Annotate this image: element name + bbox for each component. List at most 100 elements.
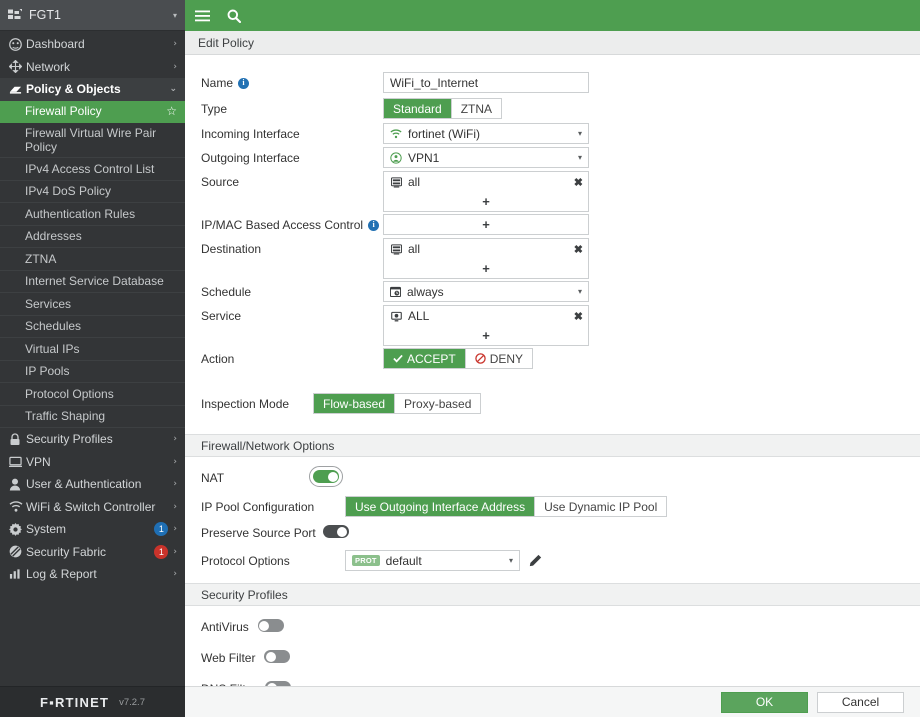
segment-label: Proxy-based bbox=[404, 396, 472, 411]
outgoing-interface-select[interactable]: VPN1 ▾ bbox=[383, 147, 589, 168]
sidebar-item-addresses[interactable]: Addresses bbox=[0, 226, 185, 248]
sidebar-item-dashboard[interactable]: Dashboard › bbox=[0, 33, 185, 56]
sidebar-item-ipv4-dos-policy[interactable]: IPv4 DoS Policy bbox=[0, 181, 185, 203]
firmware-version: v7.2.7 bbox=[119, 696, 145, 708]
chevron-right-icon: › bbox=[173, 39, 177, 50]
sidebar-item-firewall-virtual-wire-pair-policy[interactable]: Firewall Virtual Wire Pair Policy bbox=[0, 123, 185, 158]
field-control-ip-pool-configuration: Use Outgoing Interface Address Use Dynam… bbox=[345, 496, 920, 517]
sidebar-item-security-profiles[interactable]: Security Profiles › bbox=[0, 428, 185, 451]
sidebar-item-ipv4-access-control-list[interactable]: IPv4 Access Control List bbox=[0, 158, 185, 181]
incoming-interface-select[interactable]: fortinet (WiFi) ▾ bbox=[383, 123, 589, 144]
sidebar-subitem-label: Schedules bbox=[25, 319, 82, 334]
antivirus-toggle[interactable] bbox=[257, 619, 284, 632]
sidebar-item-vpn[interactable]: VPN › bbox=[0, 451, 185, 474]
field-control-protocol-options: PROT default ▾ bbox=[345, 550, 920, 571]
check-icon bbox=[393, 354, 403, 363]
destination-entry[interactable]: all ✖ bbox=[384, 239, 588, 259]
sidebar-subitem-label: Internet Service Database bbox=[25, 274, 164, 289]
sidebar-item-firewall-policy[interactable]: Firewall Policy ☆ bbox=[0, 100, 185, 123]
policy-form-scroll: Name i Type bbox=[185, 55, 920, 686]
name-input[interactable] bbox=[383, 72, 589, 93]
label-text: Web Filter bbox=[201, 651, 256, 665]
field-row-incoming-interface: Incoming Interface fortinet (WiFi) ▾ bbox=[185, 123, 920, 145]
field-row-type: Type Standard ZTNA bbox=[185, 98, 920, 120]
window-body: FGT1 ▾ Dashboard › Network › Policy & Ob… bbox=[0, 0, 920, 717]
action-option-accept[interactable]: ACCEPT bbox=[384, 349, 466, 368]
preserve-source-port-toggle[interactable] bbox=[322, 525, 349, 538]
nat-toggle[interactable] bbox=[309, 466, 343, 487]
sidebar-item-security-fabric[interactable]: Security Fabric 1 › bbox=[0, 541, 185, 564]
source-entry[interactable]: all ✖ bbox=[384, 172, 588, 192]
type-option-standard[interactable]: Standard bbox=[384, 99, 452, 118]
chevron-down-icon[interactable]: ▾ bbox=[173, 11, 177, 20]
sidebar-item-ip-pools[interactable]: IP Pools bbox=[0, 361, 185, 383]
sidebar-item-label: WiFi & Switch Controller bbox=[26, 499, 156, 514]
web-filter-toggle[interactable] bbox=[264, 650, 291, 663]
fortinet-logo-text: F▪RTINET bbox=[40, 694, 110, 710]
info-icon[interactable]: i bbox=[238, 77, 250, 89]
remove-icon[interactable]: ✖ bbox=[574, 310, 583, 323]
sidebar-item-authentication-rules[interactable]: Authentication Rules bbox=[0, 203, 185, 226]
sidebar-item-network[interactable]: Network › bbox=[0, 56, 185, 79]
user-icon bbox=[9, 478, 26, 491]
subnet-icon bbox=[391, 243, 402, 255]
sidebar-item-user-authentication[interactable]: User & Authentication › bbox=[0, 473, 185, 496]
search-icon[interactable] bbox=[227, 9, 241, 23]
sidebar-item-services[interactable]: Services bbox=[0, 293, 185, 316]
field-label-source: Source bbox=[201, 171, 383, 189]
sidebar-item-ztna[interactable]: ZTNA bbox=[0, 248, 185, 271]
service-entry[interactable]: ALL ✖ bbox=[384, 306, 588, 326]
label-text: Source bbox=[201, 175, 240, 189]
pencil-icon[interactable] bbox=[529, 554, 542, 567]
sidebar-item-label: Log & Report bbox=[26, 567, 97, 582]
chevron-down-icon: ⌄ bbox=[169, 84, 177, 95]
label-text: Service bbox=[201, 309, 242, 323]
sidebar-item-wifi-switch-controller[interactable]: WiFi & Switch Controller › bbox=[0, 496, 185, 519]
info-icon[interactable]: i bbox=[368, 219, 380, 231]
subnet-icon bbox=[391, 176, 402, 188]
inspection-mode-option-flow-based[interactable]: Flow-based bbox=[314, 394, 396, 413]
chevron-right-icon: › bbox=[173, 479, 177, 490]
field-row-web-filter: Web Filter bbox=[185, 647, 920, 669]
section-header-security-profiles: Security Profiles bbox=[185, 583, 920, 606]
favorite-star-icon[interactable]: ☆ bbox=[166, 104, 177, 118]
ipmac-add-button[interactable]: + bbox=[384, 215, 588, 234]
remove-icon[interactable]: ✖ bbox=[574, 176, 583, 189]
action-option-deny[interactable]: DENY bbox=[465, 349, 533, 368]
segment-label: Use Dynamic IP Pool bbox=[544, 499, 658, 514]
dns-filter-toggle[interactable] bbox=[265, 681, 292, 686]
destination-add-button[interactable]: + bbox=[384, 259, 588, 278]
sidebar-item-virtual-ips[interactable]: Virtual IPs bbox=[0, 338, 185, 361]
service-add-button[interactable]: + bbox=[384, 326, 588, 345]
protocol-badge: PROT bbox=[352, 555, 380, 566]
sidebar-item-label: Dashboard bbox=[26, 37, 85, 52]
field-control-type: Standard ZTNA bbox=[383, 98, 593, 119]
hamburger-icon[interactable] bbox=[195, 10, 210, 22]
segment-label: DENY bbox=[489, 351, 524, 366]
ip-pool-option-outgoing-interface-address[interactable]: Use Outgoing Interface Address bbox=[346, 497, 536, 516]
sidebar-item-log-report[interactable]: Log & Report › bbox=[0, 563, 185, 586]
protocol-options-select[interactable]: PROT default ▾ bbox=[345, 550, 520, 571]
type-option-ztna[interactable]: ZTNA bbox=[451, 99, 502, 118]
schedule-select[interactable]: always ▾ bbox=[383, 281, 589, 302]
device-selector[interactable]: FGT1 ▾ bbox=[0, 0, 185, 31]
sidebar-item-policy-objects[interactable]: Policy & Objects ⌄ bbox=[0, 78, 185, 101]
ip-pool-option-dynamic-ip-pool[interactable]: Use Dynamic IP Pool bbox=[535, 497, 667, 516]
ok-button[interactable]: OK bbox=[721, 691, 808, 713]
sidebar-item-schedules[interactable]: Schedules bbox=[0, 316, 185, 338]
field-row-destination: Destination all ✖ + bbox=[185, 238, 920, 279]
sidebar-item-internet-service-database[interactable]: Internet Service Database bbox=[0, 271, 185, 293]
field-control-antivirus bbox=[257, 616, 920, 635]
topbar bbox=[185, 0, 920, 31]
source-add-button[interactable]: + bbox=[384, 192, 588, 211]
sidebar-item-protocol-options[interactable]: Protocol Options bbox=[0, 383, 185, 406]
remove-icon[interactable]: ✖ bbox=[574, 243, 583, 256]
sidebar-item-traffic-shaping[interactable]: Traffic Shaping bbox=[0, 406, 185, 428]
sidebar-item-system[interactable]: System 1 › bbox=[0, 518, 185, 541]
field-label-outgoing-interface: Outgoing Interface bbox=[201, 147, 383, 165]
field-control-action: ACCEPT DENY bbox=[383, 348, 593, 369]
inspection-mode-option-proxy-based[interactable]: Proxy-based bbox=[395, 394, 481, 413]
cancel-button[interactable]: Cancel bbox=[817, 691, 904, 713]
fabric-icon bbox=[9, 545, 26, 558]
label-text: Name bbox=[201, 76, 234, 90]
